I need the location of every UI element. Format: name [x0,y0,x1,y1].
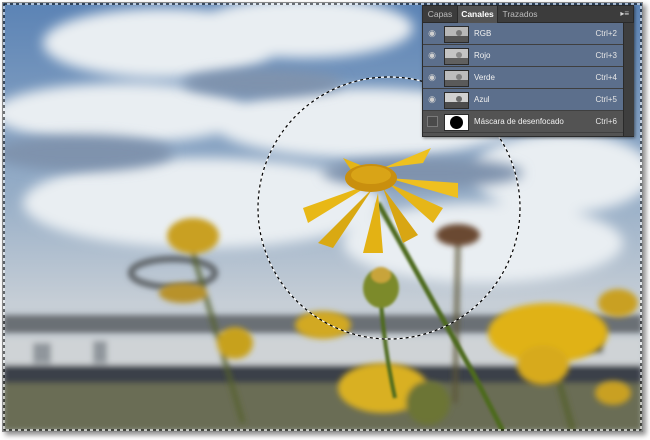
channel-shortcut: Ctrl+6 [595,117,617,126]
channel-shortcut: Ctrl+3 [595,51,617,60]
channels-panel: Capas Canales Trazados ▸≡ ◉ RGB Ctrl+2 ◉… [422,5,634,137]
channel-shortcut: Ctrl+2 [595,29,617,38]
mask-thumbnail [444,114,469,131]
channel-row-verde[interactable]: ◉ Verde Ctrl+4 [423,67,623,89]
channel-row-rojo[interactable]: ◉ Rojo Ctrl+3 [423,45,623,67]
channel-row-rgb[interactable]: ◉ RGB Ctrl+2 [423,23,623,45]
channel-name: Rojo [474,51,491,60]
channel-thumbnail [444,92,469,109]
panel-tab-bar: Capas Canales Trazados ▸≡ [423,6,633,23]
eye-icon[interactable]: ◉ [427,95,437,104]
panel-menu-icon[interactable]: ▸≡ [620,6,629,22]
tab-canales[interactable]: Canales [457,6,498,23]
channel-name: Azul [474,95,490,104]
channel-shortcut: Ctrl+4 [595,73,617,82]
eye-icon[interactable]: ◉ [427,29,437,38]
tab-trazados[interactable]: Trazados [498,6,542,22]
channel-name: Verde [474,73,495,82]
tab-capas[interactable]: Capas [425,6,455,22]
eye-icon[interactable]: ◉ [427,51,437,60]
visibility-toggle[interactable] [427,116,438,127]
channel-row-mascara[interactable]: Máscara de desenfocado Ctrl+6 [423,111,623,133]
eye-icon[interactable]: ◉ [427,73,437,82]
channel-thumbnail [444,70,469,87]
panel-scrollbar[interactable] [623,23,634,136]
channel-thumbnail [444,48,469,65]
channel-name: Máscara de desenfocado [474,117,564,126]
channel-name: RGB [474,29,492,38]
channel-thumbnail [444,26,469,43]
channel-shortcut: Ctrl+5 [595,95,617,104]
channel-row-azul[interactable]: ◉ Azul Ctrl+5 [423,89,623,111]
black-circle-mask-icon [450,116,463,129]
channel-list: ◉ RGB Ctrl+2 ◉ Rojo Ctrl+3 ◉ Verde Ctrl+… [423,23,623,133]
